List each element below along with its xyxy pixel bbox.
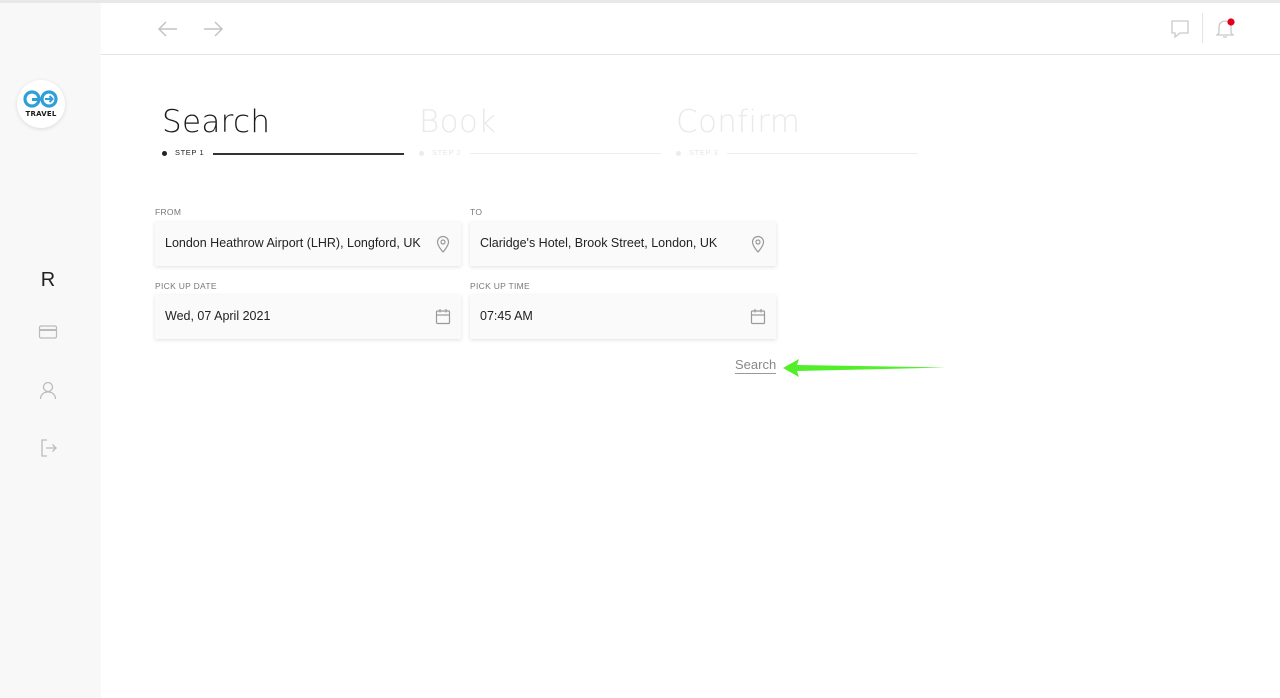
back-button[interactable]: [156, 17, 180, 41]
booking-steps: Search STEP 1 Book STEP 2 Confirm STEP 3: [162, 104, 918, 164]
logout-icon: [41, 439, 57, 457]
step-dot: [162, 151, 167, 156]
logo-text: TRAVEL: [25, 110, 57, 118]
step-book[interactable]: Book STEP 2: [419, 104, 676, 157]
step-dot: [676, 151, 681, 156]
from-label: FROM: [155, 207, 182, 217]
annotation-arrow-icon: [783, 359, 946, 377]
pickup-date-field[interactable]: Wed, 07 April 2021: [155, 295, 461, 339]
notification-dot: [1227, 18, 1235, 26]
pickup-date-label: PICK UP DATE: [155, 281, 217, 291]
calendar-icon: [435, 309, 451, 325]
forward-button[interactable]: [201, 17, 225, 41]
step-title: Confirm: [676, 104, 801, 140]
to-value: Claridge's Hotel, Brook Street, London, …: [480, 236, 718, 250]
step-search[interactable]: Search STEP 1: [162, 104, 419, 157]
step-confirm[interactable]: Confirm STEP 3: [676, 104, 933, 157]
sidebar: TRAVEL R: [0, 3, 101, 698]
pickup-time-value: 07:45 AM: [480, 309, 533, 323]
step-label: STEP 2: [432, 148, 462, 157]
chat-icon: [1171, 20, 1189, 39]
chat-button[interactable]: [1169, 18, 1193, 42]
top-bar: [101, 3, 1280, 55]
location-pin-icon: [751, 235, 765, 253]
pickup-date-value: Wed, 07 April 2021: [165, 309, 271, 323]
top-bar-divider: [1202, 13, 1203, 43]
from-field[interactable]: London Heathrow Airport (LHR), Longford,…: [155, 222, 461, 266]
go-travel-logo[interactable]: TRAVEL: [17, 80, 65, 128]
arrow-left-icon: [157, 21, 177, 37]
to-label: TO: [470, 207, 483, 217]
sidebar-item-logout[interactable]: [35, 435, 61, 461]
calendar-icon: [750, 309, 766, 325]
step-dot: [419, 151, 424, 156]
step-progress-line: [213, 153, 404, 155]
location-pin-icon: [436, 235, 450, 253]
step-title: Search: [162, 104, 271, 140]
sidebar-item-profile[interactable]: [35, 377, 61, 403]
step-title: Book: [419, 104, 497, 140]
step-label: STEP 1: [175, 148, 205, 157]
sidebar-item-payments[interactable]: [35, 319, 61, 345]
search-button[interactable]: Search: [735, 357, 777, 374]
step-progress-line: [470, 153, 661, 154]
pickup-time-field[interactable]: 07:45 AM: [470, 295, 776, 339]
credit-card-icon: [38, 325, 58, 339]
pickup-time-label: PICK UP TIME: [470, 281, 530, 291]
notifications-button[interactable]: [1213, 16, 1237, 40]
from-value: London Heathrow Airport (LHR), Longford,…: [165, 236, 421, 250]
arrow-right-icon: [204, 21, 224, 37]
step-indicator: STEP 1: [162, 148, 405, 158]
step-label: STEP 3: [689, 148, 719, 157]
to-field[interactable]: Claridge's Hotel, Brook Street, London, …: [470, 222, 776, 266]
sidebar-item-reservations[interactable]: R: [35, 267, 61, 293]
step-indicator: STEP 2: [419, 148, 662, 158]
bell-icon: [1215, 18, 1235, 38]
step-progress-line: [727, 153, 918, 154]
user-icon: [39, 381, 57, 400]
logo-go-mark: [23, 90, 58, 108]
step-indicator: STEP 3: [676, 148, 919, 158]
sidebar-r-label: R: [40, 268, 56, 291]
